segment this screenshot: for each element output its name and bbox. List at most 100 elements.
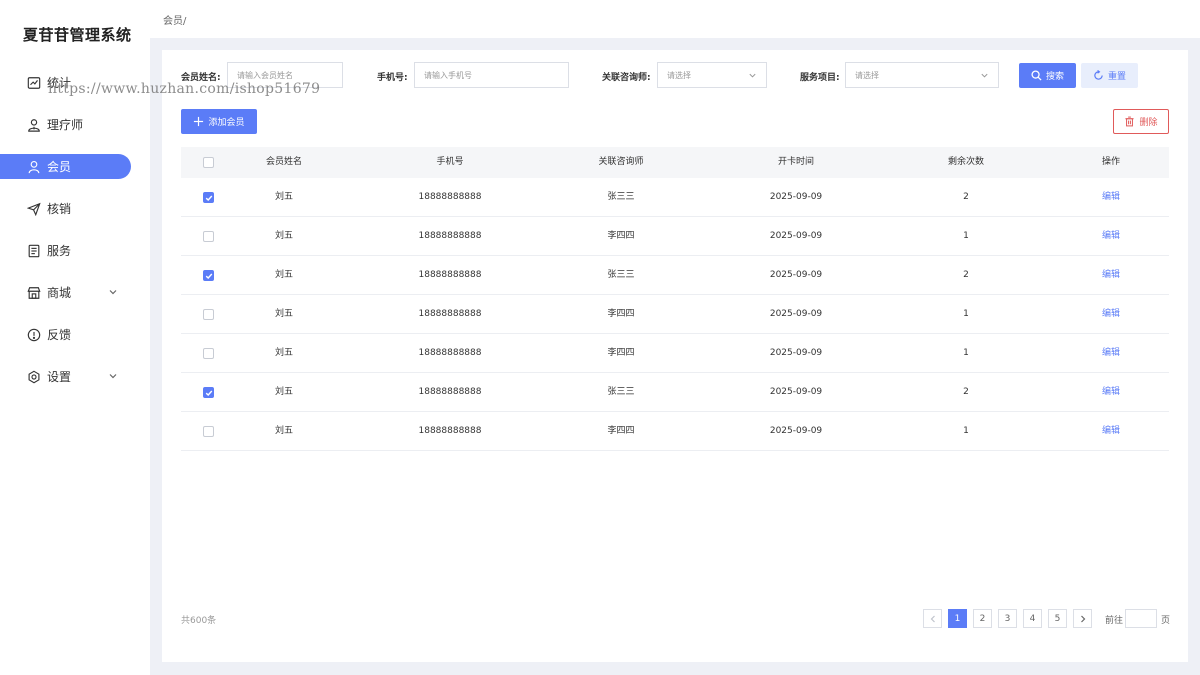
reset-button[interactable]: 重置 — [1081, 63, 1138, 88]
cell-remaining: 2 — [963, 192, 969, 202]
document-icon — [27, 244, 41, 258]
cell-phone: 18888888888 — [418, 270, 482, 280]
cell-consultant: 李四四 — [607, 231, 635, 241]
table-row: 刘五 18888888888 张三三 2025-09-09 2 编辑 — [181, 256, 1169, 295]
cell-name: 刘五 — [274, 426, 294, 436]
row-checkbox[interactable] — [203, 426, 214, 437]
sidebar-item-label: 商城 — [47, 286, 72, 300]
sidebar-item-member[interactable]: 会员 — [0, 154, 131, 179]
edit-link[interactable]: 编辑 — [1102, 412, 1120, 450]
member-name-input[interactable]: 请输入会员姓名 — [227, 62, 343, 88]
column-header[interactable]: 关联咨询师 — [598, 147, 643, 178]
plus-icon — [194, 116, 204, 127]
service-label: 服务项目: — [800, 73, 840, 83]
exclamation-circle-icon — [27, 328, 41, 342]
sidebar-item-label: 反馈 — [47, 328, 72, 342]
cell-date: 2025-09-09 — [769, 309, 823, 319]
cell-consultant: 张三三 — [607, 192, 635, 202]
cell-remaining: 2 — [963, 270, 969, 280]
table-row: 刘五 18888888888 张三三 2025-09-09 2 编辑 — [181, 373, 1169, 412]
table-row: 刘五 18888888888 李四四 2025-09-09 1 编辑 — [181, 412, 1169, 451]
sidebar-item-label: 统计 — [47, 76, 72, 90]
chevron-down-icon — [109, 374, 117, 379]
check-icon — [205, 195, 213, 201]
sidebar: 夏苷苷管理系统 统计 理疗师 会员 核销 服务 商城 反馈 设置 — [0, 0, 150, 675]
row-checkbox[interactable] — [203, 348, 214, 359]
consultant-select[interactable]: 请选择 — [657, 62, 767, 88]
service-select[interactable]: 请选择 — [845, 62, 999, 88]
row-checkbox[interactable] — [203, 387, 214, 398]
edit-link[interactable]: 编辑 — [1102, 334, 1120, 372]
cell-name: 刘五 — [274, 192, 294, 202]
edit-link[interactable]: 编辑 — [1102, 178, 1120, 216]
next-page-button[interactable] — [1073, 609, 1092, 628]
column-header[interactable]: 开卡时间 — [778, 147, 814, 178]
page-button[interactable]: 2 — [973, 609, 992, 628]
cell-phone: 18888888888 — [418, 309, 482, 319]
page-button[interactable]: 5 — [1048, 609, 1067, 628]
sidebar-item-therapist[interactable]: 理疗师 — [0, 112, 131, 137]
store-icon — [27, 286, 41, 300]
column-header[interactable]: 手机号 — [436, 147, 463, 178]
user-tie-icon — [27, 118, 41, 132]
cell-remaining: 1 — [963, 426, 969, 436]
prev-page-button[interactable] — [923, 609, 942, 628]
edit-link[interactable]: 编辑 — [1102, 217, 1120, 255]
phone-input[interactable]: 请输入手机号 — [414, 62, 569, 88]
consultant-placeholder: 请选择 — [667, 70, 691, 80]
cell-name: 刘五 — [274, 270, 294, 280]
page-button[interactable]: 3 — [998, 609, 1017, 628]
cell-name: 刘五 — [274, 348, 294, 358]
edit-link[interactable]: 编辑 — [1102, 256, 1120, 294]
page-button[interactable]: 1 — [948, 609, 967, 628]
check-icon — [205, 390, 213, 396]
delete-button[interactable]: 删除 — [1113, 109, 1169, 134]
reset-button-label: 重置 — [1107, 72, 1126, 82]
page-button[interactable]: 4 — [1023, 609, 1042, 628]
sidebar-item-label: 服务 — [47, 244, 72, 258]
gear-icon — [27, 370, 41, 384]
cell-consultant: 李四四 — [607, 348, 635, 358]
sidebar-item-service[interactable]: 服务 — [0, 238, 131, 263]
cell-remaining: 1 — [963, 348, 969, 358]
select-all-checkbox[interactable] — [203, 157, 214, 168]
sidebar-item-verification[interactable]: 核销 — [0, 196, 131, 221]
sidebar-item-mall[interactable]: 商城 — [0, 280, 131, 305]
sidebar-item-feedback[interactable]: 反馈 — [0, 322, 131, 347]
sidebar-item-label: 核销 — [47, 202, 72, 216]
sidebar-item-statistics[interactable]: 统计 — [0, 70, 131, 95]
cell-name: 刘五 — [274, 387, 294, 397]
cell-date: 2025-09-09 — [769, 270, 823, 280]
row-checkbox[interactable] — [203, 270, 214, 281]
row-checkbox[interactable] — [203, 309, 214, 320]
row-checkbox[interactable] — [203, 231, 214, 242]
add-member-button[interactable]: 添加会员 — [181, 109, 257, 134]
add-member-button-label: 添加会员 — [208, 118, 245, 128]
column-header[interactable]: 操作 — [1102, 147, 1120, 178]
chevron-down-icon — [749, 73, 756, 78]
cell-consultant: 张三三 — [607, 270, 635, 280]
breadcrumb[interactable]: 会员/ — [163, 12, 186, 27]
cell-date: 2025-09-09 — [769, 231, 823, 241]
edit-link[interactable]: 编辑 — [1102, 295, 1120, 333]
sidebar-item-label: 设置 — [47, 370, 72, 384]
cell-phone: 18888888888 — [418, 348, 482, 358]
app-title: 夏苷苷管理系统 — [23, 26, 132, 44]
sidebar-item-label: 会员 — [47, 160, 72, 174]
chevron-right-icon — [1080, 615, 1085, 622]
edit-link[interactable]: 编辑 — [1102, 373, 1120, 411]
row-checkbox[interactable] — [203, 192, 214, 203]
cell-remaining: 2 — [963, 387, 969, 397]
chevron-down-icon — [981, 73, 988, 78]
goto-page-input[interactable] — [1125, 609, 1157, 628]
column-header[interactable]: 剩余次数 — [948, 147, 984, 178]
cell-phone: 18888888888 — [418, 231, 482, 241]
cell-name: 刘五 — [274, 309, 294, 319]
cell-date: 2025-09-09 — [769, 387, 823, 397]
column-header[interactable]: 会员姓名 — [266, 147, 302, 178]
search-button[interactable]: 搜索 — [1019, 63, 1076, 88]
member-name-label: 会员姓名: — [181, 73, 221, 83]
table-row: 刘五 18888888888 李四四 2025-09-09 1 编辑 — [181, 217, 1169, 256]
sidebar-item-settings[interactable]: 设置 — [0, 364, 131, 389]
app-root: 夏苷苷管理系统 统计 理疗师 会员 核销 服务 商城 反馈 设置 https:/… — [0, 0, 1200, 675]
